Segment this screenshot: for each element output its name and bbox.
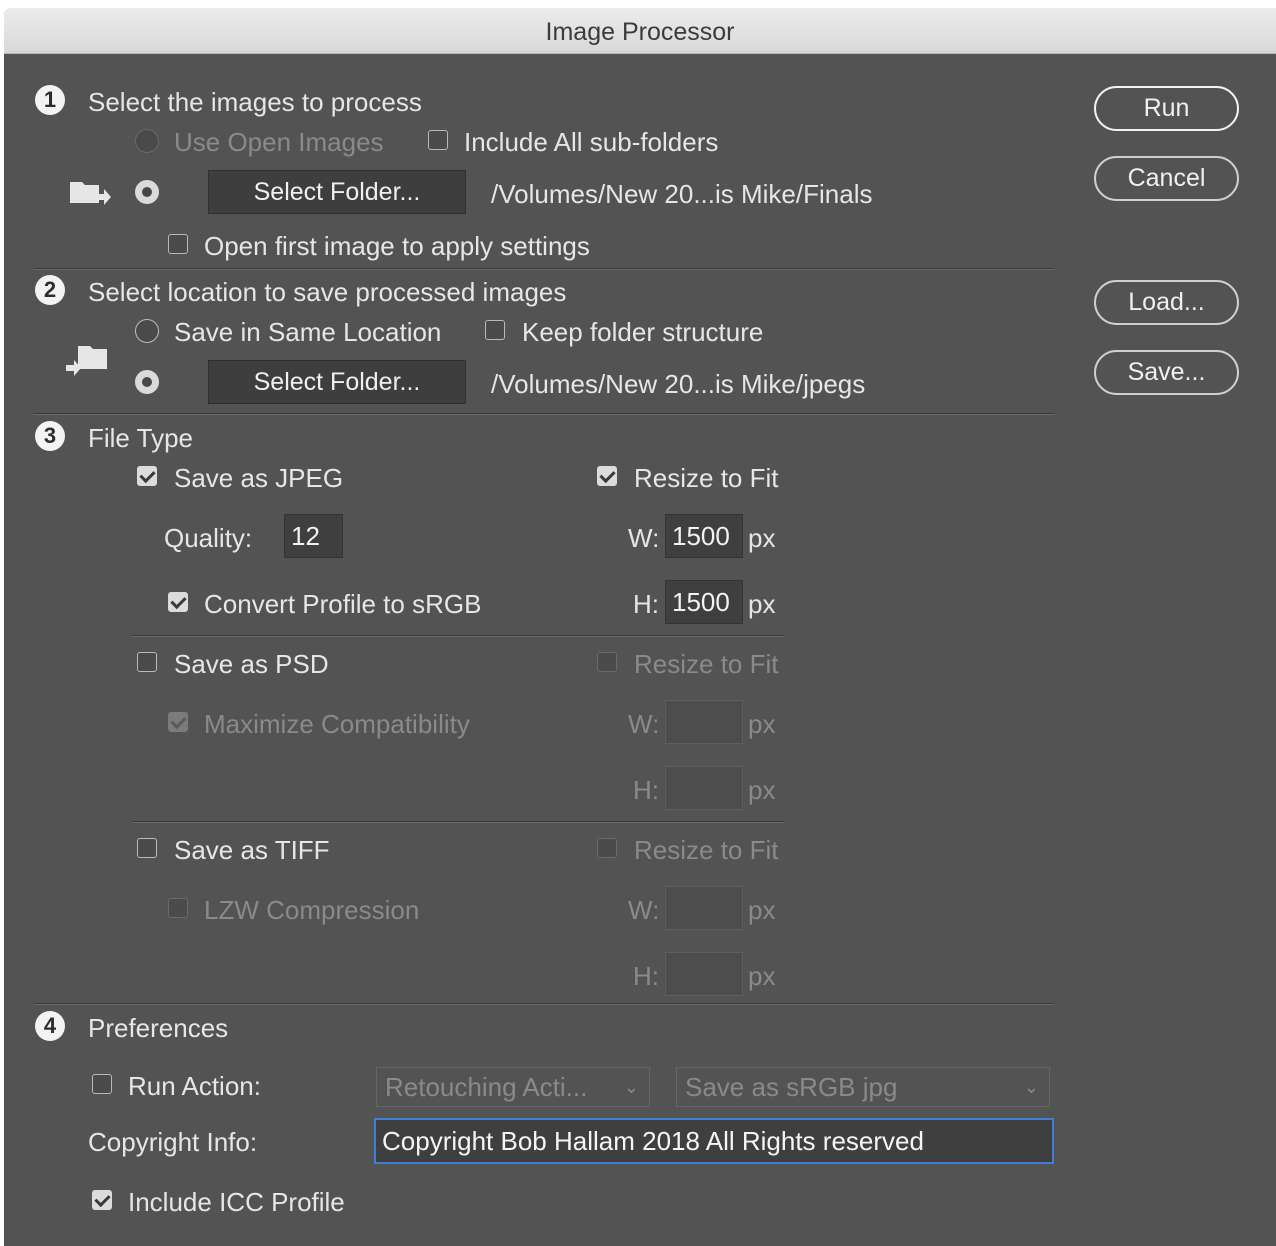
- tiff-width-input[interactable]: [665, 886, 743, 930]
- load-button[interactable]: Load...: [1094, 280, 1239, 325]
- include-icc-profile-label: Include ICC Profile: [128, 1187, 345, 1217]
- destination-folder-path: /Volumes/New 20...is Mike/jpegs: [491, 369, 866, 399]
- source-folder-path: /Volumes/New 20...is Mike/Finals: [491, 179, 873, 209]
- save-same-location-label: Save in Same Location: [174, 317, 442, 347]
- title-bar: Image Processor: [4, 8, 1276, 54]
- save-same-location-radio[interactable]: [135, 319, 159, 343]
- quality-input[interactable]: 12: [284, 514, 343, 558]
- window-title: Image Processor: [545, 18, 735, 46]
- include-icc-profile-checkbox[interactable]: [92, 1190, 112, 1210]
- run-action-checkbox[interactable]: [92, 1074, 112, 1094]
- action-value: Save as sRGB jpg: [685, 1072, 898, 1102]
- psd-width-label: W:: [628, 709, 660, 739]
- source-folder-radio[interactable]: [135, 180, 159, 204]
- psd-height-unit: px: [748, 775, 776, 805]
- tiff-width-unit: px: [748, 895, 776, 925]
- section1-title: Select the images to process: [88, 87, 422, 117]
- tiff-resize-to-fit-checkbox[interactable]: [597, 838, 617, 858]
- separator: [34, 268, 1054, 270]
- separator: [132, 635, 784, 637]
- save-as-jpeg-checkbox[interactable]: [137, 466, 157, 486]
- psd-height-input[interactable]: [665, 766, 743, 810]
- cancel-button[interactable]: Cancel: [1094, 156, 1239, 201]
- step-1-badge: 1: [35, 85, 65, 115]
- action-select[interactable]: Save as sRGB jpg ⌄: [676, 1067, 1050, 1107]
- chevron-down-icon: ⌄: [623, 1077, 639, 1097]
- quality-label: Quality:: [164, 523, 253, 553]
- include-subfolders-label: Include All sub-folders: [464, 127, 719, 157]
- chevron-down-icon: ⌄: [1023, 1077, 1039, 1097]
- psd-width-unit: px: [748, 709, 776, 739]
- jpeg-width-unit: px: [748, 523, 776, 553]
- psd-width-input[interactable]: [665, 700, 743, 744]
- include-subfolders-checkbox[interactable]: [428, 130, 448, 150]
- psd-resize-to-fit-checkbox[interactable]: [597, 652, 617, 672]
- maximize-compatibility-label: Maximize Compatibility: [204, 709, 470, 739]
- convert-profile-label: Convert Profile to sRGB: [204, 589, 482, 619]
- jpeg-width-input[interactable]: 1500: [665, 514, 743, 558]
- step-2-badge: 2: [35, 275, 65, 305]
- jpeg-resize-to-fit-label: Resize to Fit: [634, 463, 779, 493]
- separator: [34, 413, 1054, 415]
- tiff-width-label: W:: [628, 895, 660, 925]
- open-first-image-checkbox[interactable]: [168, 234, 188, 254]
- jpeg-resize-to-fit-checkbox[interactable]: [597, 466, 617, 486]
- destination-folder-icon: [66, 346, 107, 376]
- copyright-label: Copyright Info:: [88, 1127, 258, 1157]
- psd-resize-to-fit-label: Resize to Fit: [634, 649, 779, 679]
- run-action-label: Run Action:: [128, 1071, 261, 1101]
- use-open-images-radio[interactable]: [135, 129, 159, 153]
- step-4-badge: 4: [35, 1011, 65, 1041]
- image-processor-dialog: Image Processor Run Cancel Load... Save.…: [4, 8, 1276, 1246]
- section2-title: Select location to save processed images: [88, 277, 567, 307]
- psd-height-label: H:: [633, 775, 659, 805]
- maximize-compatibility-checkbox[interactable]: [168, 712, 188, 732]
- save-as-tiff-label: Save as TIFF: [174, 835, 330, 865]
- convert-profile-checkbox[interactable]: [168, 592, 188, 612]
- step-3-badge: 3: [35, 421, 65, 451]
- tiff-height-label: H:: [633, 961, 659, 991]
- save-as-jpeg-label: Save as JPEG: [174, 463, 344, 493]
- separator: [34, 1003, 1054, 1005]
- save-as-psd-label: Save as PSD: [174, 649, 329, 679]
- copyright-input[interactable]: Copyright Bob Hallam 2018 All Rights res…: [374, 1118, 1054, 1164]
- jpeg-height-input[interactable]: 1500: [665, 580, 743, 624]
- run-button[interactable]: Run: [1094, 86, 1239, 131]
- save-as-psd-checkbox[interactable]: [137, 652, 157, 672]
- keep-folder-structure-checkbox[interactable]: [485, 320, 505, 340]
- tiff-height-unit: px: [748, 961, 776, 991]
- action-set-value: Retouching Acti...: [385, 1072, 588, 1102]
- lzw-compression-checkbox[interactable]: [168, 898, 188, 918]
- save-settings-button[interactable]: Save...: [1094, 350, 1239, 395]
- use-open-images-label: Use Open Images: [174, 127, 384, 157]
- jpeg-height-label: H:: [633, 589, 659, 619]
- destination-folder-radio[interactable]: [135, 370, 159, 394]
- keep-folder-structure-label: Keep folder structure: [522, 317, 764, 347]
- tiff-resize-to-fit-label: Resize to Fit: [634, 835, 779, 865]
- section3-title: File Type: [88, 423, 194, 453]
- source-folder-icon: [70, 182, 111, 205]
- jpeg-width-label: W:: [628, 523, 660, 553]
- separator: [132, 821, 784, 823]
- action-set-select[interactable]: Retouching Acti... ⌄: [376, 1067, 650, 1107]
- jpeg-height-unit: px: [748, 589, 776, 619]
- save-as-tiff-checkbox[interactable]: [137, 838, 157, 858]
- open-first-image-label: Open first image to apply settings: [204, 231, 590, 261]
- lzw-compression-label: LZW Compression: [204, 895, 420, 925]
- destination-select-folder-button[interactable]: Select Folder...: [208, 360, 466, 404]
- source-select-folder-button[interactable]: Select Folder...: [208, 170, 466, 214]
- tiff-height-input[interactable]: [665, 952, 743, 996]
- section4-title: Preferences: [88, 1013, 229, 1043]
